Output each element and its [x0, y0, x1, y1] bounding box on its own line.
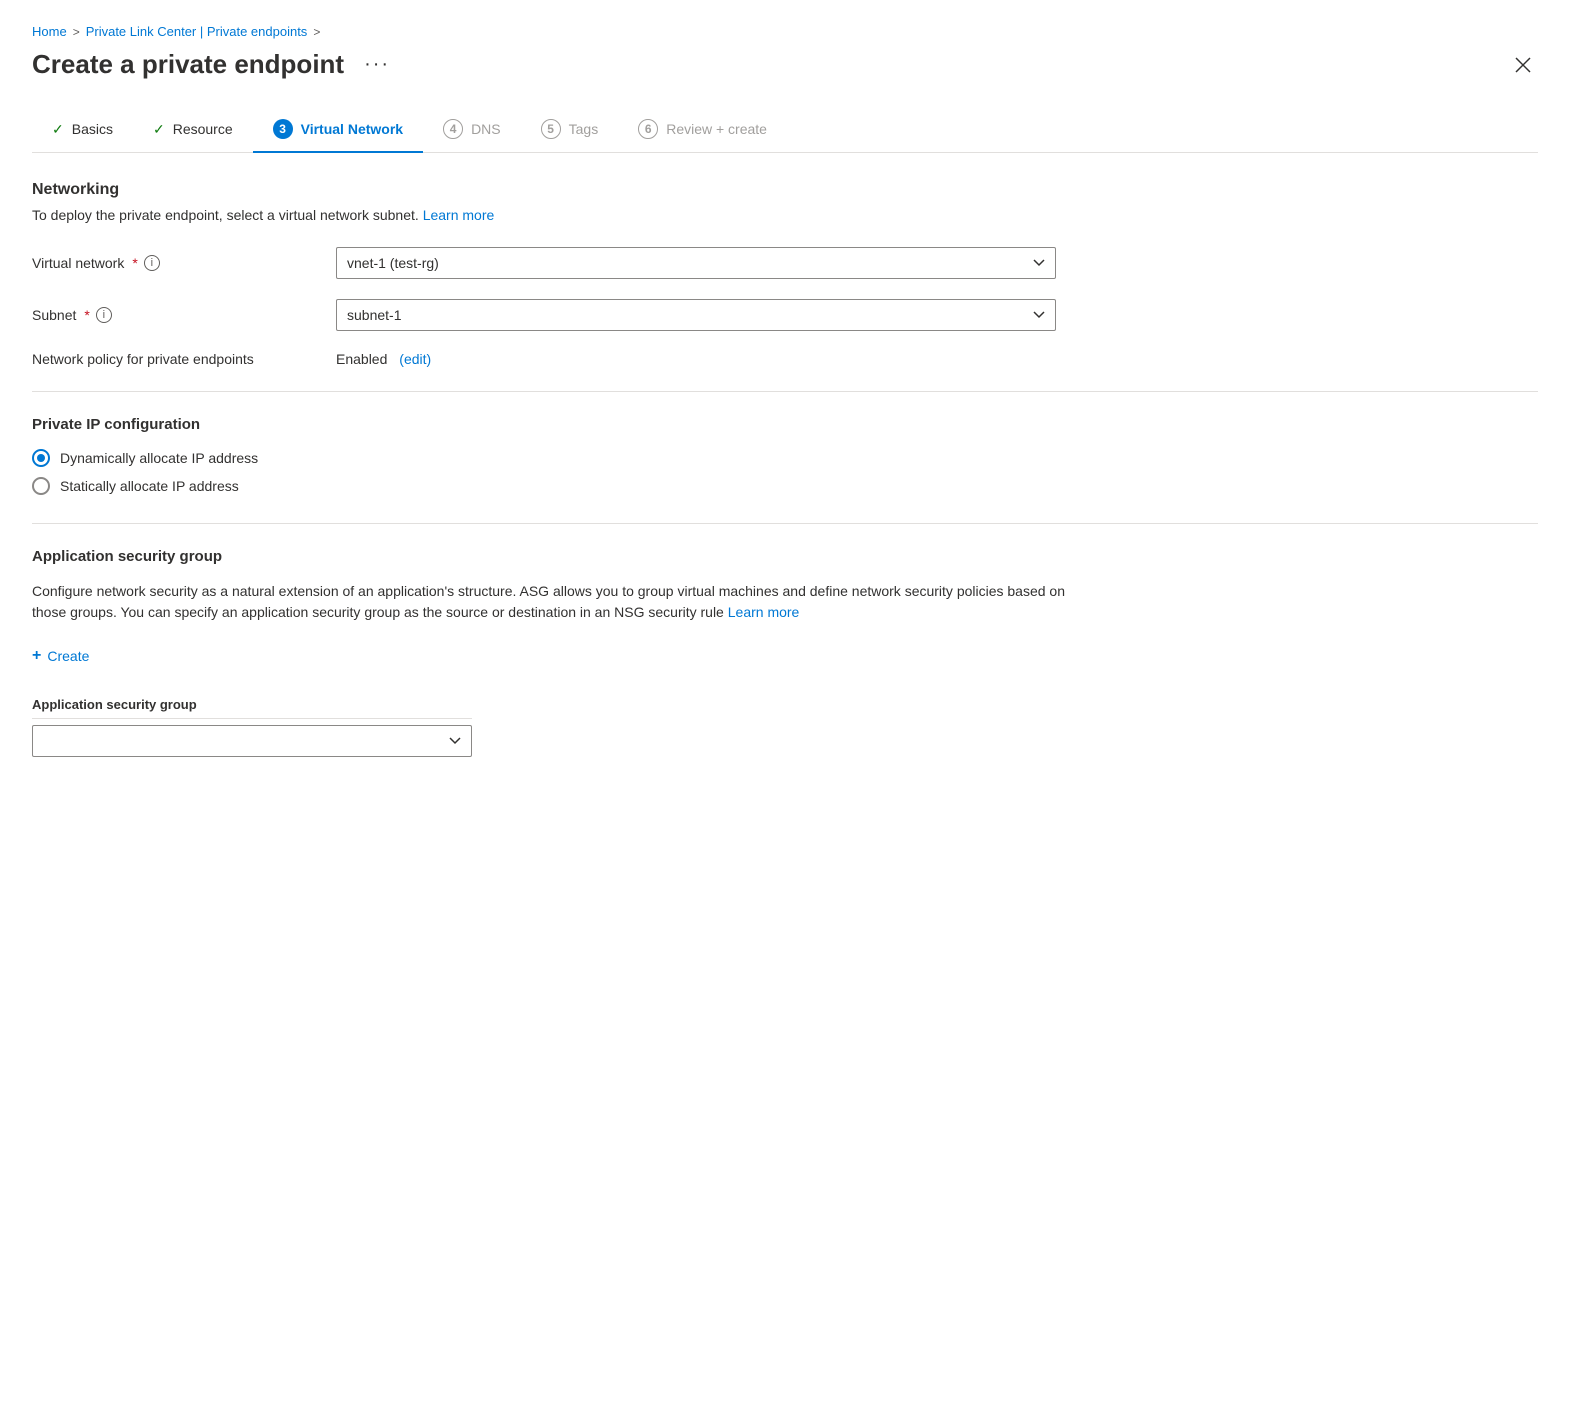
networking-description: To deploy the private endpoint, select a…	[32, 207, 1538, 223]
subnet-dropdown[interactable]: subnet-1	[336, 299, 1056, 331]
networking-learn-more[interactable]: Learn more	[423, 207, 495, 223]
breadcrumb: Home > Private Link Center | Private end…	[32, 16, 1538, 39]
radio-dynamic[interactable]: Dynamically allocate IP address	[32, 449, 1538, 467]
asg-dropdown-row	[32, 725, 472, 757]
ip-config-radio-group: Dynamically allocate IP address Statical…	[32, 449, 1538, 495]
divider-2	[32, 523, 1538, 524]
radio-static-label: Statically allocate IP address	[60, 478, 239, 494]
tab-circle-dns: 4	[443, 119, 463, 139]
tab-tags[interactable]: 5 Tags	[521, 109, 619, 153]
network-policy-label: Network policy for private endpoints	[32, 351, 312, 367]
radio-dynamic-dot	[37, 454, 45, 462]
close-button[interactable]	[1508, 50, 1538, 80]
networking-section-title: Networking	[32, 181, 1538, 199]
breadcrumb-sep2: >	[313, 25, 320, 39]
network-policy-value-container: Enabled (edit)	[336, 351, 431, 367]
tab-circle-review: 6	[638, 119, 658, 139]
tab-circle-vnet: 3	[273, 119, 293, 139]
breadcrumb-home[interactable]: Home	[32, 24, 67, 39]
tab-resource[interactable]: ✓ Resource	[133, 111, 253, 152]
tab-label-basics: Basics	[72, 121, 113, 137]
private-ip-section-title: Private IP configuration	[32, 416, 1538, 433]
page-header: Create a private endpoint ···	[32, 49, 1538, 80]
network-policy-edit[interactable]: (edit)	[399, 351, 431, 367]
virtual-network-row: Virtual network * i vnet-1 (test-rg)	[32, 247, 1538, 279]
page-title-row: Create a private endpoint ···	[32, 49, 398, 80]
tab-check-basics: ✓	[52, 121, 64, 138]
radio-static-input[interactable]	[32, 477, 50, 495]
asg-description: Configure network security as a natural …	[32, 581, 1082, 623]
radio-dynamic-input[interactable]	[32, 449, 50, 467]
asg-learn-more[interactable]: Learn more	[728, 604, 800, 620]
subnet-label: Subnet * i	[32, 307, 312, 323]
subnet-required-star: *	[84, 307, 89, 323]
breadcrumb-sep1: >	[73, 25, 80, 39]
main-content: Networking To deploy the private endpoin…	[32, 181, 1538, 757]
more-options-button[interactable]: ···	[356, 49, 398, 80]
virtual-network-control: vnet-1 (test-rg)	[336, 247, 1056, 279]
divider-1	[32, 391, 1538, 392]
virtual-network-dropdown[interactable]: vnet-1 (test-rg)	[336, 247, 1056, 279]
asg-table-container: Application security group	[32, 689, 472, 757]
vnet-required-star: *	[132, 255, 137, 271]
tab-label-vnet: Virtual Network	[301, 121, 403, 137]
tab-review-create[interactable]: 6 Review + create	[618, 109, 787, 153]
radio-dynamic-label: Dynamically allocate IP address	[60, 450, 258, 466]
tab-circle-tags: 5	[541, 119, 561, 139]
asg-section-title: Application security group	[32, 548, 1538, 565]
tab-label-tags: Tags	[569, 121, 599, 137]
subnet-info-icon[interactable]: i	[96, 307, 112, 323]
asg-table-header: Application security group	[32, 689, 472, 719]
tab-label-review: Review + create	[666, 121, 767, 137]
network-policy-row: Network policy for private endpoints Ena…	[32, 351, 1538, 367]
create-asg-button[interactable]: + Create	[32, 643, 89, 669]
subnet-row: Subnet * i subnet-1	[32, 299, 1538, 331]
tab-basics[interactable]: ✓ Basics	[32, 111, 133, 152]
radio-static[interactable]: Statically allocate IP address	[32, 477, 1538, 495]
virtual-network-label: Virtual network * i	[32, 255, 312, 271]
plus-icon: +	[32, 647, 41, 665]
subnet-control: subnet-1	[336, 299, 1056, 331]
vnet-info-icon[interactable]: i	[144, 255, 160, 271]
tab-check-resource: ✓	[153, 121, 165, 138]
breadcrumb-private-link[interactable]: Private Link Center | Private endpoints	[86, 24, 308, 39]
close-icon	[1514, 56, 1532, 74]
wizard-tabs: ✓ Basics ✓ Resource 3 Virtual Network 4 …	[32, 108, 1538, 153]
asg-dropdown[interactable]	[32, 725, 472, 757]
tab-label-dns: DNS	[471, 121, 501, 137]
tab-label-resource: Resource	[173, 121, 233, 137]
tab-dns[interactable]: 4 DNS	[423, 109, 521, 153]
page-title: Create a private endpoint	[32, 49, 344, 80]
create-asg-label: Create	[47, 648, 89, 664]
tab-virtual-network[interactable]: 3 Virtual Network	[253, 109, 423, 153]
network-policy-value: Enabled	[336, 351, 387, 367]
